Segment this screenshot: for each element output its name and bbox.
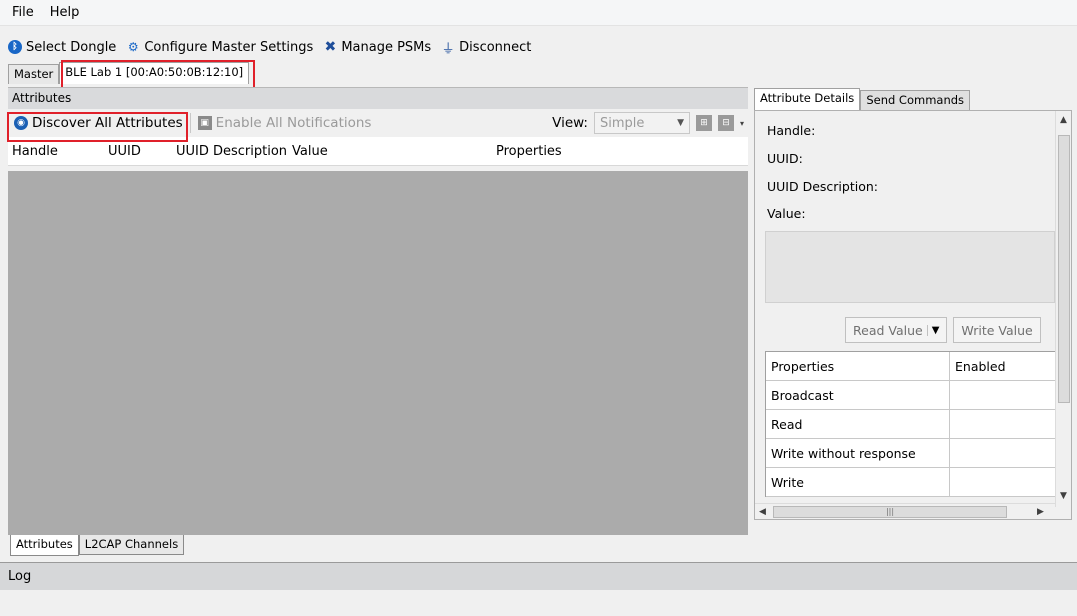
column-value[interactable]: Value — [288, 144, 492, 159]
discover-label: Discover All Attributes — [32, 115, 183, 131]
menu-help[interactable]: Help — [50, 5, 80, 20]
properties-column-header[interactable]: Properties — [766, 352, 950, 380]
gears-icon: ⚙ — [127, 40, 139, 54]
attributes-toolbar: ◉ Discover All Attributes ▣ Enable All N… — [8, 109, 748, 137]
read-value-label: Read Value — [853, 322, 923, 338]
disconnect-button[interactable]: ⏚ Disconnect — [441, 39, 532, 57]
overflow-icon[interactable]: ▾ — [740, 119, 744, 128]
plug-icon: ⏚ — [441, 41, 455, 57]
chevron-down-icon[interactable]: ▼ — [926, 324, 939, 336]
tab-send-commands[interactable]: Send Commands — [860, 90, 971, 110]
property-enabled — [950, 410, 960, 438]
attributes-panel-title: Attributes — [8, 87, 748, 109]
read-value-button[interactable]: Read Value ▼ — [845, 317, 948, 343]
select-dongle-label: Select Dongle — [26, 39, 117, 55]
log-panel[interactable] — [0, 590, 1077, 616]
chevron-down-icon: ▼ — [677, 118, 684, 128]
value-buttons: Read Value ▼ Write Value — [845, 317, 1041, 343]
table-row[interactable]: Read — [766, 410, 1057, 439]
expand-all-icon[interactable]: ⊞ — [695, 115, 712, 131]
table-row[interactable]: Write — [766, 468, 1057, 497]
view-label: View: — [552, 115, 588, 131]
attribute-details-panel: Attribute Details Send Commands Handle: … — [752, 88, 1074, 528]
bottom-tabs: Attributes L2CAP Channels — [10, 535, 185, 556]
enable-notifications-label: Enable All Notifications — [215, 115, 372, 131]
view-select[interactable]: Simple ▼ — [593, 112, 690, 134]
write-value-label: Write Value — [961, 322, 1033, 338]
property-enabled — [950, 439, 960, 467]
value-label: Value: — [767, 206, 806, 221]
tab-l2cap-channels[interactable]: L2CAP Channels — [78, 535, 185, 555]
notification-icon: ▣ — [197, 116, 212, 130]
manage-psms-label: Manage PSMs — [341, 39, 432, 55]
menu-bar: File Help — [0, 0, 1077, 26]
scroll-up-icon[interactable]: ▲ — [1060, 115, 1067, 125]
write-value-button[interactable]: Write Value — [953, 317, 1041, 343]
attributes-table-header: Handle UUID UUID Description Value Prope… — [8, 137, 748, 166]
horizontal-scrollbar[interactable]: ◀ ||| ▶ — [755, 503, 1055, 519]
uuid-label: UUID: — [767, 151, 803, 166]
tab-ble-device[interactable]: BLE Lab 1 [00:A0:50:0B:12:10] — [59, 62, 250, 84]
table-row[interactable]: Broadcast — [766, 381, 1057, 410]
property-enabled — [950, 381, 960, 409]
properties-header-row: Properties Enabled — [766, 352, 1057, 381]
tab-attribute-details[interactable]: Attribute Details — [754, 88, 861, 110]
tab-master[interactable]: Master — [8, 64, 60, 84]
enable-all-notifications-button[interactable]: ▣ Enable All Notifications — [194, 115, 376, 131]
view-select-value: Simple — [599, 115, 645, 131]
tools-icon: ✖ — [324, 39, 337, 55]
property-name: Read — [766, 410, 950, 438]
properties-table: Properties Enabled Broadcast Read Write … — [765, 351, 1057, 497]
toolbar-separator — [189, 113, 191, 133]
column-handle[interactable]: Handle — [8, 144, 104, 159]
vertical-scrollbar[interactable]: ▲ ▼ — [1055, 111, 1071, 507]
disconnect-label: Disconnect — [459, 39, 532, 55]
column-uuid-description[interactable]: UUID Description — [172, 144, 288, 159]
handle-label: Handle: — [767, 123, 816, 138]
property-enabled — [950, 468, 960, 496]
log-panel-title: Log — [0, 562, 1077, 590]
view-controls: View: Simple ▼ ⊞ ⊟ ▾ — [552, 112, 744, 134]
scroll-right-icon[interactable]: ▶ — [1037, 507, 1044, 517]
main-toolbar: ᛒ Select Dongle ⚙ Configure Master Setti… — [0, 36, 531, 58]
scroll-down-icon[interactable]: ▼ — [1060, 491, 1067, 501]
uuid-description-label: UUID Description: — [767, 179, 878, 194]
property-name: Write — [766, 468, 950, 496]
scroll-left-icon[interactable]: ◀ — [759, 507, 766, 517]
discover-all-attributes-button[interactable]: ◉ Discover All Attributes — [10, 115, 187, 131]
select-dongle-button[interactable]: ᛒ Select Dongle — [8, 40, 116, 55]
tab-attributes[interactable]: Attributes — [10, 535, 79, 556]
attributes-panel: Attributes ◉ Discover All Attributes ▣ E… — [8, 87, 748, 555]
vertical-scroll-thumb[interactable] — [1058, 135, 1070, 403]
manage-psms-button[interactable]: ✖ Manage PSMs — [323, 39, 432, 55]
table-row[interactable]: Write without response — [766, 439, 1057, 468]
details-tabs: Attribute Details Send Commands — [752, 88, 1074, 110]
column-uuid[interactable]: UUID — [104, 144, 172, 159]
bluetooth-icon: ᛒ — [8, 40, 22, 54]
column-properties[interactable]: Properties — [492, 144, 612, 159]
configure-master-label: Configure Master Settings — [144, 39, 314, 55]
globe-icon: ◉ — [14, 116, 28, 130]
attribute-details-content: Handle: UUID: UUID Description: Value: R… — [754, 110, 1072, 520]
menu-file[interactable]: File — [12, 5, 34, 20]
horizontal-scroll-thumb[interactable]: ||| — [773, 506, 1007, 518]
property-name: Broadcast — [766, 381, 950, 409]
configure-master-button[interactable]: ⚙ Configure Master Settings — [126, 40, 313, 55]
attributes-table-body[interactable] — [8, 171, 748, 535]
property-name: Write without response — [766, 439, 950, 467]
collapse-all-icon[interactable]: ⊟ — [717, 115, 734, 131]
device-tabs: Master BLE Lab 1 [00:A0:50:0B:12:10] — [8, 62, 250, 84]
enabled-column-header[interactable]: Enabled — [950, 352, 1011, 380]
value-field[interactable] — [765, 231, 1055, 303]
